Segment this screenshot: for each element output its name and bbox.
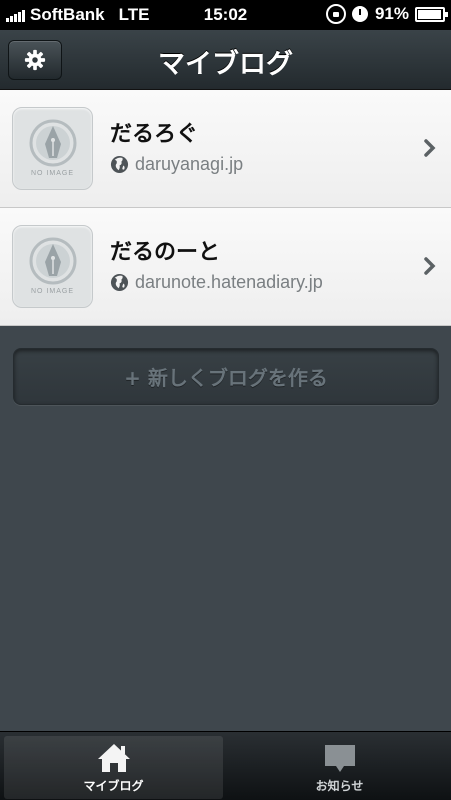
tab-label: マイブログ: [83, 779, 144, 793]
page-title: マイブログ: [158, 49, 293, 80]
navigation-bar: マイブログ: [0, 30, 451, 90]
alarm-icon: [351, 6, 368, 22]
chevron-right-icon: [424, 139, 436, 157]
tab-notifications[interactable]: お知らせ: [230, 736, 449, 799]
blog-list-item[interactable]: NO IMAGE だるろぐ daruyanagi.jp: [0, 90, 451, 208]
globe-icon: [110, 273, 129, 292]
chevron-right-icon: [424, 257, 436, 275]
home-icon: [97, 744, 130, 772]
battery-percent: 91%: [374, 4, 409, 23]
tab-label: お知らせ: [315, 779, 364, 793]
blog-url-row: darunote.hatenadiary.jp: [110, 272, 323, 293]
blog-url: darunote.hatenadiary.jp: [135, 272, 323, 292]
pen-nib-icon: [29, 237, 77, 285]
tab-bar: マイブログ お知らせ: [0, 731, 451, 800]
create-new-blog-button[interactable]: + 新しくブログを作る: [13, 348, 439, 405]
battery-icon: [415, 6, 448, 22]
status-bar: SoftBank LTE 15:02 91%: [0, 0, 451, 30]
rotation-lock-icon: [325, 4, 346, 24]
blog-thumbnail: NO IMAGE: [12, 107, 93, 190]
blog-list-item[interactable]: NO IMAGE だるのーと darunote.hatenadiary.jp: [0, 208, 451, 326]
blog-list: NO IMAGE だるろぐ daruyanagi.jp NO IMAGE だるの…: [0, 90, 451, 326]
pen-nib-icon: [29, 119, 77, 167]
blog-thumbnail: NO IMAGE: [12, 225, 93, 308]
blog-url-row: daruyanagi.jp: [110, 154, 243, 175]
tab-my-blog[interactable]: マイブログ: [4, 736, 223, 799]
no-image-label: NO IMAGE: [30, 170, 74, 177]
globe-icon: [110, 155, 129, 174]
blog-name: だるろぐ: [110, 122, 199, 147]
speech-bubble-icon: [324, 745, 355, 772]
blog-url: daruyanagi.jp: [135, 154, 244, 174]
blog-name: だるのーと: [110, 240, 221, 265]
no-image-label: NO IMAGE: [30, 288, 74, 295]
